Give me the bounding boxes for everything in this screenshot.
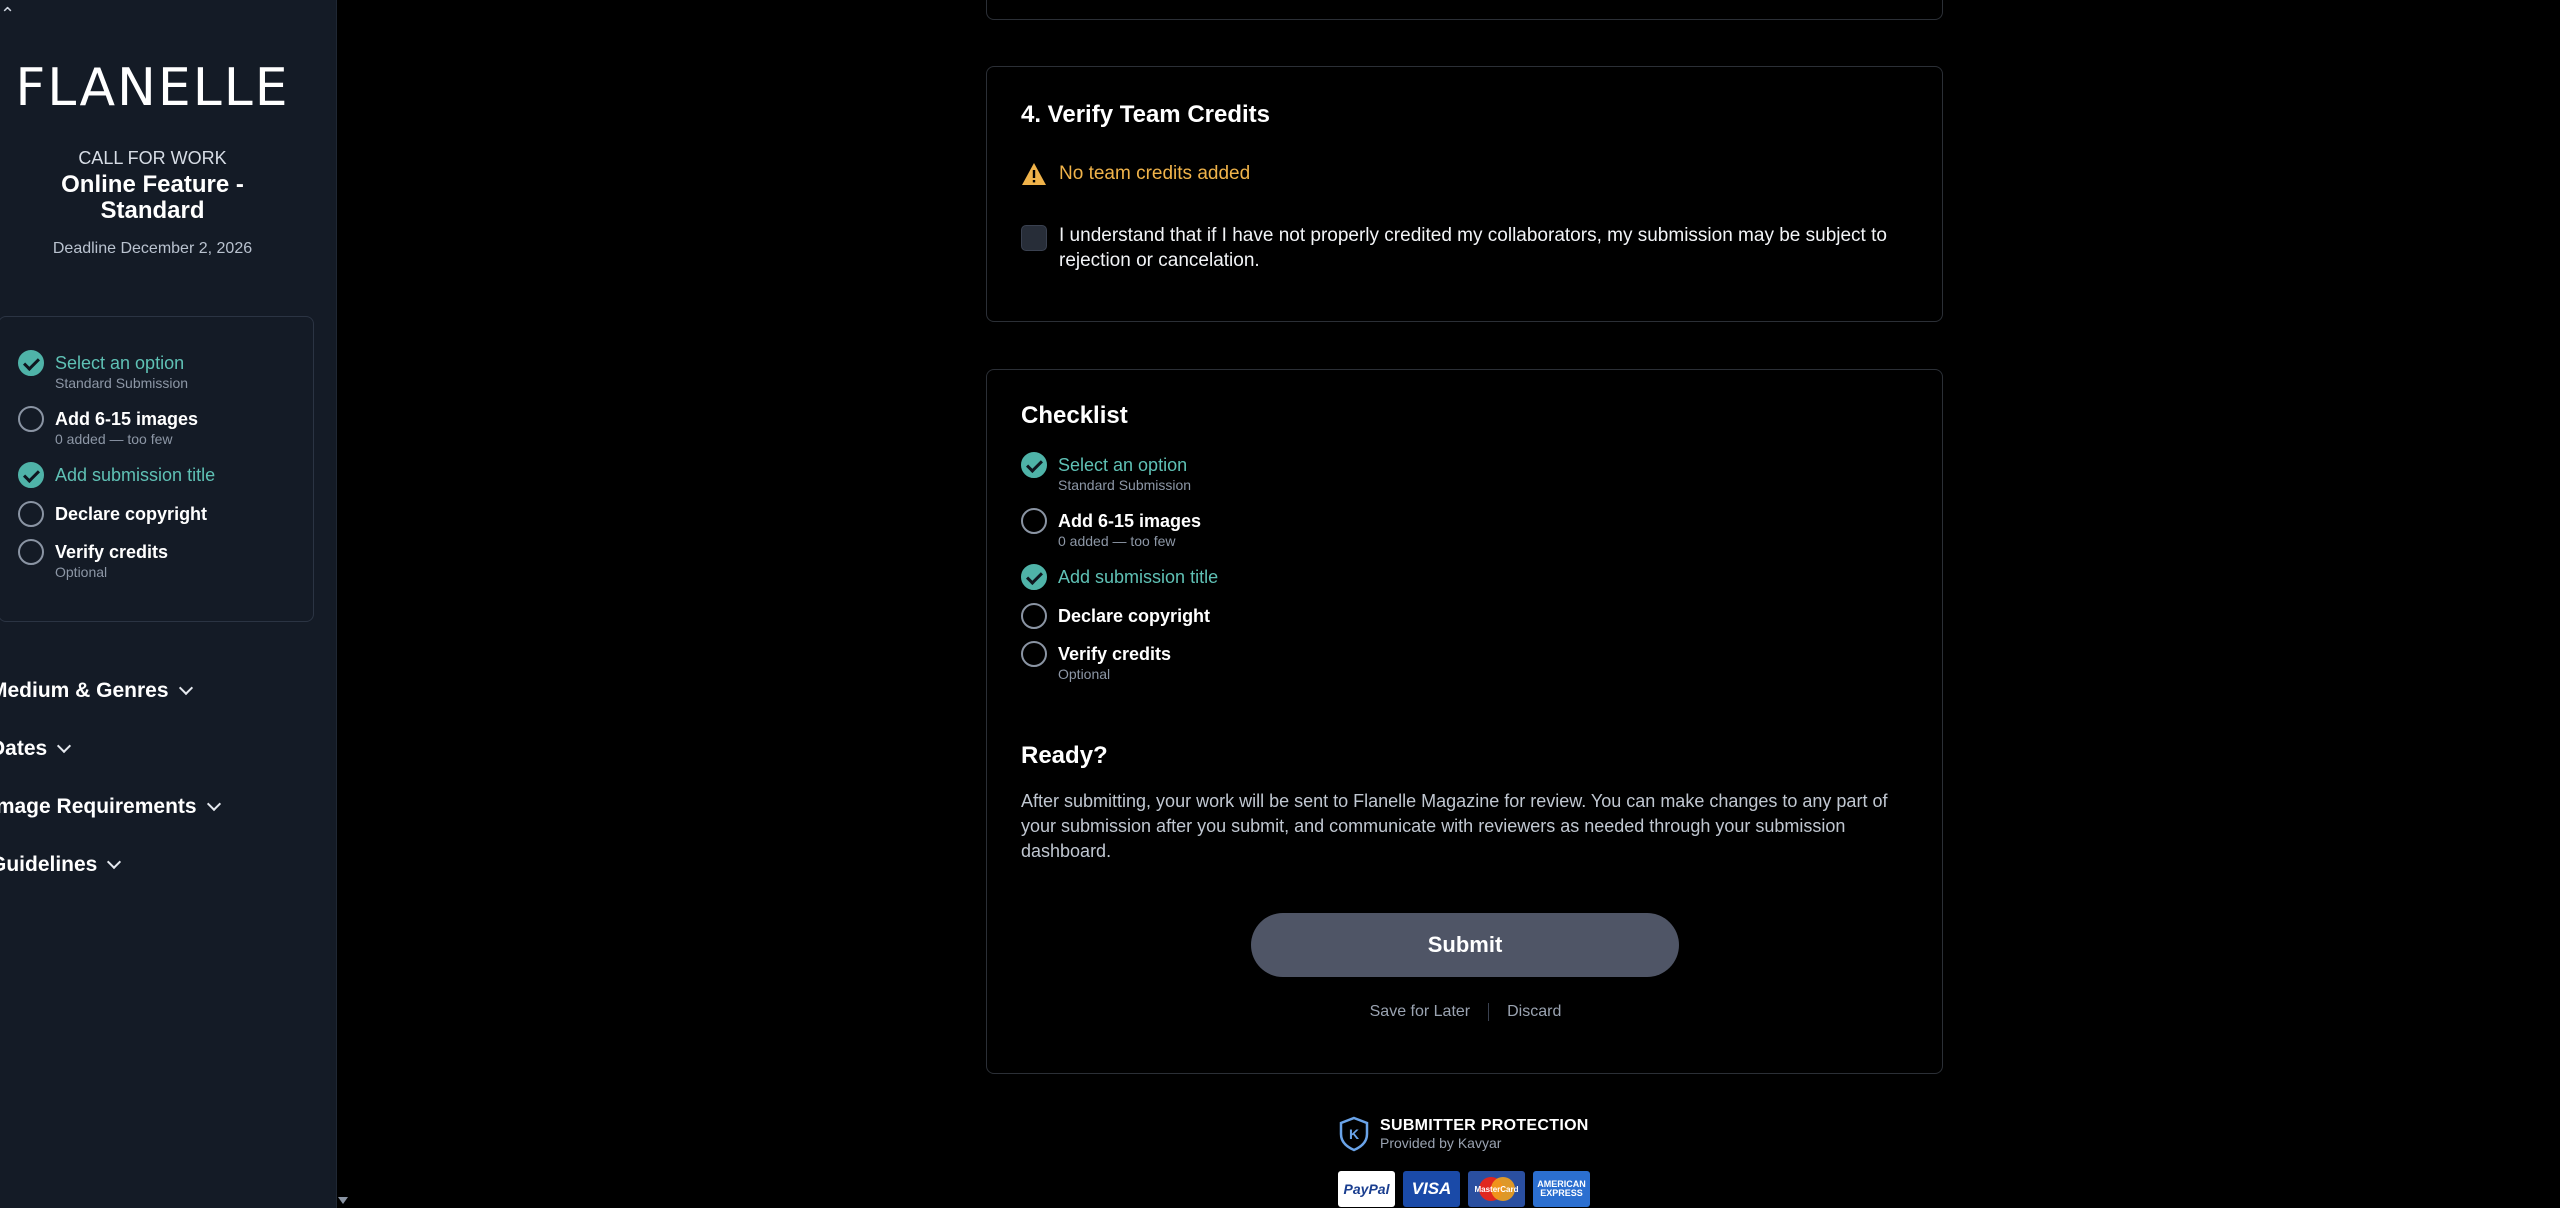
ready-title: Ready? — [1021, 742, 1108, 769]
checklist-card: Checklist Select an option Standard Subm… — [986, 369, 1943, 1074]
step-label: Verify credits — [1058, 644, 1172, 664]
protection-title: SUBMITTER PROTECTION — [1380, 1117, 1589, 1134]
warning-icon — [1022, 163, 1046, 185]
check-empty-icon — [1021, 641, 1047, 667]
chevron-down-icon — [206, 796, 221, 812]
divider — [1488, 1003, 1490, 1021]
protection-provider: Provided by Kavyar — [1380, 1135, 1502, 1151]
credits-agreement[interactable]: I understand that if I have not properly… — [1021, 223, 1901, 273]
checklist-title: Checklist — [1021, 402, 1128, 429]
agreement-checkbox[interactable] — [1021, 225, 1047, 251]
sidebar-step-select-option[interactable]: Select an option Standard Submission — [18, 350, 288, 390]
sidebar-step-declare-copyright[interactable]: Declare copyright — [18, 501, 288, 527]
step-sub: Standard Submission — [1058, 477, 1192, 493]
check-empty-icon — [1021, 603, 1047, 629]
check-empty-icon — [18, 406, 44, 432]
call-for-work-label: CALL FOR WORK — [78, 148, 227, 168]
checklist-step-select-option[interactable]: Select an option Standard Submission — [1021, 452, 1421, 492]
deadline: Deadline December 2, 2026 — [52, 240, 253, 257]
warning-text: No team credits added — [1059, 163, 1251, 184]
credits-warning: No team credits added — [1021, 162, 1250, 186]
shield-icon: K — [1339, 1116, 1369, 1152]
sidebar: ⌃ FLANELLE CALL FOR WORK Online Feature … — [0, 0, 337, 1208]
paypal-logo: PayPal — [1338, 1171, 1395, 1207]
checklist-step-declare-copyright[interactable]: Declare copyright — [1021, 603, 1421, 629]
accordion-label: Dates — [0, 737, 48, 760]
submit-button[interactable]: Submit — [1251, 913, 1679, 977]
step-sub: Standard Submission — [55, 375, 189, 391]
check-done-icon — [18, 462, 44, 488]
step-label: Add 6-15 images — [55, 409, 199, 429]
check-empty-icon — [18, 501, 44, 527]
previous-section-card — [986, 0, 1943, 20]
checklist-step-verify-credits[interactable]: Verify credits Optional — [1021, 641, 1421, 681]
section-title: 4. Verify Team Credits — [1021, 101, 1270, 128]
brand-logo[interactable]: FLANELLE — [0, 58, 305, 118]
verify-credits-card: 4. Verify Team Credits No team credits a… — [986, 66, 1943, 322]
mastercard-text: MasterCard — [1474, 1184, 1519, 1194]
step-label: Add submission title — [1058, 567, 1219, 587]
step-sub: 0 added — too few — [1058, 533, 1176, 549]
step-label: Declare copyright — [55, 504, 208, 524]
sidebar-step-verify-credits[interactable]: Verify credits Optional — [18, 539, 288, 579]
check-done-icon — [1021, 452, 1047, 478]
accordion-medium-genres[interactable]: Medium & Genres — [0, 679, 193, 703]
check-empty-icon — [1021, 508, 1047, 534]
agreement-text: I understand that if I have not properly… — [1059, 225, 1887, 271]
accordion-guidelines[interactable]: Guidelines — [0, 853, 122, 877]
accordion-label: Medium & Genres — [0, 679, 169, 702]
back-caret-icon[interactable]: ⌃ — [0, 4, 15, 25]
checklist-step-add-title[interactable]: Add submission title — [1021, 564, 1421, 590]
accordion-label: Guidelines — [0, 853, 98, 876]
save-for-later-link[interactable]: Save for Later — [1370, 1003, 1471, 1021]
ready-description: After submitting, your work will be sent… — [1021, 791, 1888, 861]
scroll-down-icon[interactable] — [338, 1197, 348, 1204]
step-sub: Optional — [1058, 666, 1111, 682]
step-label: Verify credits — [55, 542, 169, 562]
check-empty-icon — [18, 539, 44, 565]
discard-link[interactable]: Discard — [1507, 1003, 1561, 1021]
step-label: Add submission title — [55, 465, 216, 485]
chevron-down-icon — [107, 854, 122, 870]
accordion-dates[interactable]: Dates — [0, 737, 72, 761]
shield-letter: K — [1349, 1126, 1359, 1142]
call-title: Online Feature - Standard — [61, 171, 244, 224]
visa-logo: VISA — [1403, 1171, 1460, 1207]
sidebar-step-add-title[interactable]: Add submission title — [18, 462, 288, 488]
step-sub: Optional — [55, 564, 108, 580]
step-label: Declare copyright — [1058, 606, 1211, 626]
accordion-label: Image Requirements — [0, 795, 197, 818]
checklist-step-add-images[interactable]: Add 6-15 images 0 added — too few — [1021, 508, 1421, 548]
payment-methods: PayPal VISA MasterCard AMERICAN EXPRESS — [1338, 1171, 1590, 1207]
chevron-down-icon — [178, 680, 193, 696]
check-done-icon — [1021, 564, 1047, 590]
secondary-actions: Save for Later Discard — [987, 1003, 1944, 1021]
sidebar-step-add-images[interactable]: Add 6-15 images 0 added — too few — [18, 406, 288, 446]
amex-logo: AMERICAN EXPRESS — [1533, 1171, 1590, 1207]
step-sub: 0 added — too few — [55, 431, 173, 447]
step-label: Select an option — [1058, 455, 1188, 475]
accordion-image-requirements[interactable]: Image Requirements — [0, 795, 221, 819]
step-label: Add 6-15 images — [1058, 511, 1202, 531]
chevron-down-icon — [57, 738, 72, 754]
step-label: Select an option — [55, 353, 185, 373]
check-done-icon — [18, 350, 44, 376]
mastercard-logo: MasterCard — [1468, 1171, 1525, 1207]
submitter-protection: K SUBMITTER PROTECTION Provided by Kavya… — [1338, 1116, 1589, 1152]
